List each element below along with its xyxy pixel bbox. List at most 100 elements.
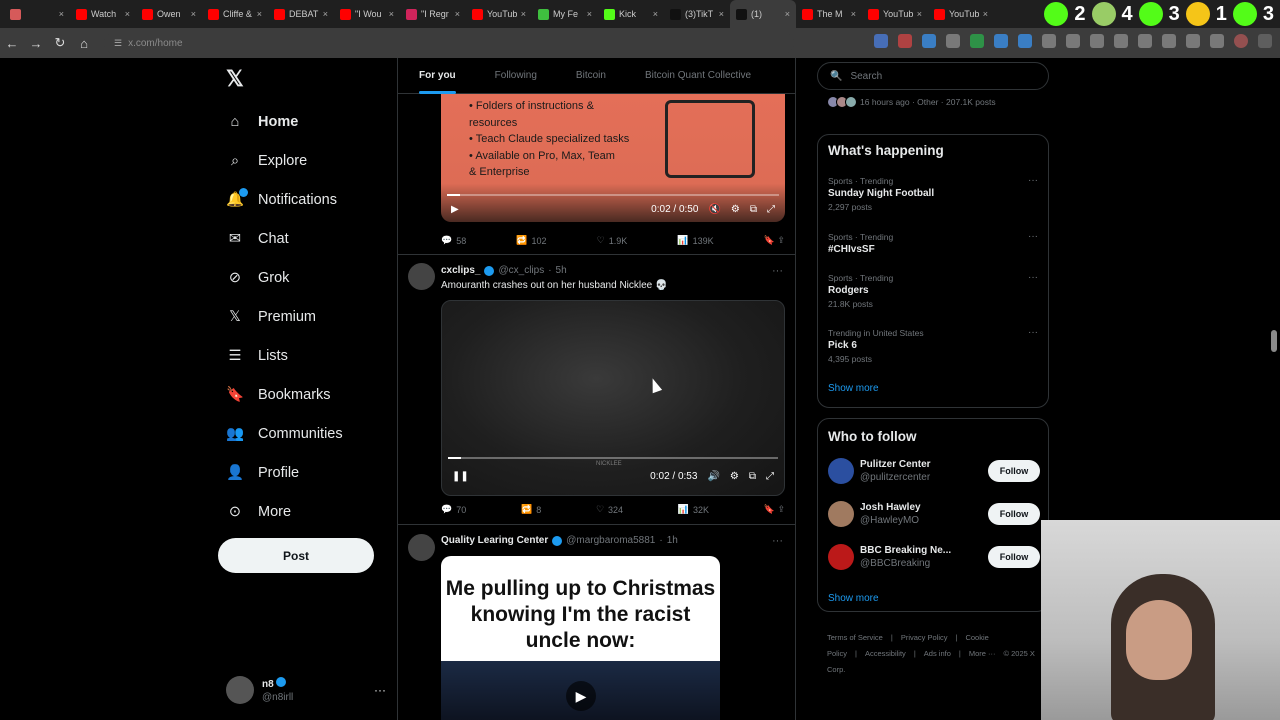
like-button[interactable]: ♡ 1.9K — [597, 235, 628, 246]
pip-icon[interactable]: ⧉ — [750, 204, 757, 215]
browser-tab[interactable]: Cliffe & × — [202, 0, 268, 28]
browser-tab[interactable]: Owen × — [136, 0, 202, 28]
tab-close-icon[interactable]: × — [257, 9, 262, 19]
settings-icon[interactable]: ⚙ — [731, 204, 740, 215]
browser-tab[interactable]: Watch × — [70, 0, 136, 28]
views-button[interactable]: 📊 32K — [678, 504, 709, 515]
author-handle[interactable]: @cx_clips — [498, 265, 544, 276]
author-handle[interactable]: @margbaroma5881 — [566, 535, 655, 546]
play-icon[interactable]: ▶ — [566, 681, 596, 711]
tab-close-icon[interactable]: × — [851, 9, 856, 19]
play-icon[interactable]: ▶ — [451, 204, 459, 215]
tab-close-icon[interactable]: × — [191, 9, 196, 19]
nav-item-communities[interactable]: 👥 Communities — [226, 414, 343, 453]
back-icon[interactable]: ← — [0, 36, 24, 51]
footer-link[interactable]: Ads info — [924, 649, 951, 658]
timeline-tab[interactable]: Following — [474, 58, 537, 94]
footer-link[interactable]: Terms of Service — [827, 633, 883, 642]
follow-button[interactable]: Follow — [988, 503, 1040, 525]
tab-close-icon[interactable]: × — [59, 9, 64, 19]
follow-suggestion[interactable]: Pulitzer Center @pulitzercenter Follow — [828, 455, 1040, 487]
reload-icon[interactable]: ↻ — [48, 35, 72, 51]
views-button[interactable]: 📊 139K — [677, 235, 713, 246]
extension-icon[interactable] — [1186, 34, 1200, 48]
like-button[interactable]: ♡ 324 — [596, 504, 623, 515]
tab-close-icon[interactable]: × — [323, 9, 328, 19]
post-more-icon[interactable]: ··· — [772, 535, 783, 547]
browser-tab[interactable]: "I Regr × — [400, 0, 466, 28]
footer-link[interactable]: Accessibility — [865, 649, 906, 658]
pause-icon[interactable]: ❚❚ — [452, 471, 469, 482]
browser-tab[interactable]: My Fe × — [532, 0, 598, 28]
trend-item[interactable]: Sports · Trending Rodgers 21.8K posts ··· — [828, 272, 1038, 310]
extension-icon[interactable] — [994, 34, 1008, 48]
trend-more-icon[interactable]: ··· — [1028, 175, 1038, 187]
post-media[interactable]: Me pulling up to Christmas knowing I'm t… — [441, 556, 720, 720]
bookmark-button[interactable]: 🔖 ⇪ — [764, 504, 785, 515]
extension-icon[interactable] — [1018, 34, 1032, 48]
settings-icon[interactable]: ⚙ — [730, 471, 739, 482]
more-dots-icon[interactable]: ··· — [374, 683, 386, 697]
bookmark-button[interactable]: 🔖 ⇪ — [764, 235, 785, 246]
tab-close-icon[interactable]: × — [653, 9, 658, 19]
post-more-icon[interactable]: ··· — [772, 265, 783, 277]
follow-suggestion[interactable]: BBC Breaking Ne... @BBCBreaking Follow — [828, 541, 1040, 573]
extension-icon[interactable] — [1042, 34, 1056, 48]
repost-button[interactable]: 🔁 8 — [521, 504, 541, 515]
trend-item[interactable]: Sports · Trending #CHIvsSF ··· — [828, 231, 1038, 257]
tab-close-icon[interactable]: × — [125, 9, 130, 19]
footer-link[interactable]: More ··· — [969, 649, 996, 658]
tab-close-icon[interactable]: × — [917, 9, 922, 19]
nav-item-grok[interactable]: ⊘ Grok — [226, 258, 343, 297]
extension-badge-icon[interactable] — [1232, 2, 1257, 26]
tab-close-icon[interactable]: × — [587, 9, 592, 19]
home-page-icon[interactable]: ⌂ — [72, 36, 96, 51]
nav-item-bookmarks[interactable]: 🔖 Bookmarks — [226, 375, 343, 414]
nav-item-chat[interactable]: ✉ Chat — [226, 219, 343, 258]
browser-tab[interactable]: Kick × — [598, 0, 664, 28]
footer-link[interactable]: Privacy Policy — [901, 633, 948, 642]
extension-icon[interactable] — [1210, 34, 1224, 48]
trend-item[interactable]: Sports · Trending Sunday Night Football 2,… — [828, 175, 1038, 213]
scroll-thumb[interactable] — [1271, 330, 1277, 352]
site-info-icon[interactable]: ☰ — [114, 38, 122, 49]
tab-close-icon[interactable]: × — [983, 9, 988, 19]
extension-badge-icon[interactable] — [1185, 2, 1210, 26]
profile-avatar-icon[interactable] — [1234, 34, 1248, 48]
volume-icon[interactable]: 🔊 — [707, 471, 719, 482]
extension-badge-icon[interactable] — [1044, 2, 1069, 26]
nav-item-home[interactable]: ⌂ Home — [226, 102, 343, 141]
extension-badge-icon[interactable] — [1091, 2, 1116, 26]
follow-button[interactable]: Follow — [988, 546, 1040, 568]
browser-tab[interactable]: (3)TikT × — [664, 0, 730, 28]
avatar[interactable] — [408, 534, 435, 561]
extension-icon[interactable] — [1066, 34, 1080, 48]
avatar[interactable] — [408, 263, 435, 290]
video-progress[interactable] — [448, 457, 778, 459]
search-input[interactable]: 🔍 Search — [817, 62, 1049, 90]
tab-close-icon[interactable]: × — [455, 9, 460, 19]
reply-button[interactable]: 💬 70 — [441, 504, 466, 515]
tab-close-icon[interactable]: × — [785, 9, 790, 19]
extension-icon[interactable] — [946, 34, 960, 48]
video-player[interactable]: Folders of instructions & resourcesTeach… — [441, 94, 785, 222]
repost-button[interactable]: 🔁 102 — [516, 235, 546, 246]
extension-icon[interactable] — [874, 34, 888, 48]
trend-more-icon[interactable]: ··· — [1028, 231, 1038, 243]
nav-item-premium[interactable]: 𝕏 Premium — [226, 297, 343, 336]
timeline-tab[interactable]: Bitcoin — [555, 58, 606, 94]
trend-item[interactable]: Trending in United States Pick 6 4,395 pos… — [828, 327, 1038, 365]
account-switcher[interactable]: n8 @n8irll ··· — [226, 676, 386, 704]
extension-icon[interactable] — [898, 34, 912, 48]
fullscreen-icon[interactable]: ⤢ — [766, 471, 774, 482]
extension-icon[interactable] — [970, 34, 984, 48]
browser-tab[interactable]: YouTub × — [928, 0, 994, 28]
browser-tab[interactable]: YouTub × — [466, 0, 532, 28]
nav-item-more[interactable]: ⊙ More — [226, 492, 343, 531]
browser-tab[interactable]: DEBAT × — [268, 0, 334, 28]
tab-close-icon[interactable]: × — [719, 9, 724, 19]
trend-more-icon[interactable]: ··· — [1028, 327, 1038, 339]
menu-icon[interactable] — [1258, 34, 1272, 48]
post-age[interactable]: 5h — [556, 265, 567, 276]
trend-more-icon[interactable]: ··· — [1028, 272, 1038, 284]
